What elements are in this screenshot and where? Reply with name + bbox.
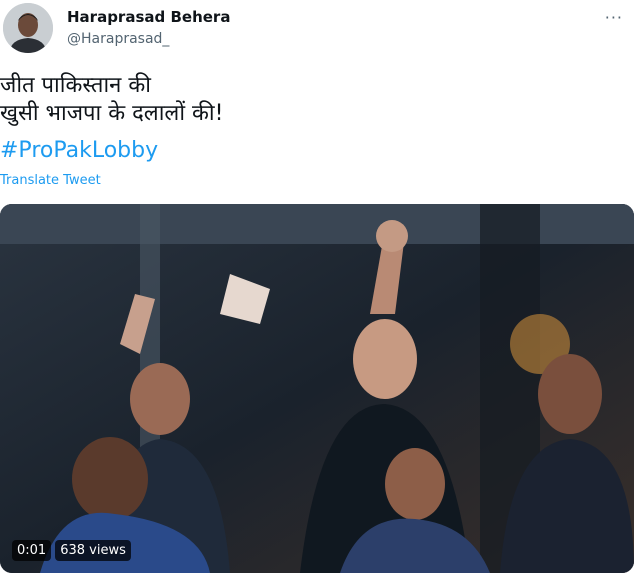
video-overlay: 0:01 638 views (12, 540, 131, 561)
tweet-line-2: खुसी भाजपा के दलालों की! (0, 101, 224, 126)
hashtag-link[interactable]: #ProPakLobby (0, 138, 158, 163)
author-handle[interactable]: @Haraprasad_ (67, 31, 169, 47)
author-name[interactable]: Haraprasad Behera (67, 8, 230, 26)
translate-tweet-link[interactable]: Translate Tweet (0, 173, 101, 188)
video-time-badge: 0:01 (12, 540, 52, 561)
user-avatar-icon (3, 3, 53, 53)
avatar[interactable] (3, 3, 53, 53)
video-views-badge: 638 views (55, 540, 131, 561)
more-options-icon[interactable]: ··· (605, 8, 623, 27)
tweet-line-1: जीत पाकिस्तान की (0, 73, 151, 98)
video-player[interactable]: 0:01 638 views (0, 204, 634, 573)
video-play-area[interactable] (0, 204, 634, 573)
tweet-text: जीत पाकिस्तान की खुसी भाजपा के दलालों की… (0, 72, 223, 128)
